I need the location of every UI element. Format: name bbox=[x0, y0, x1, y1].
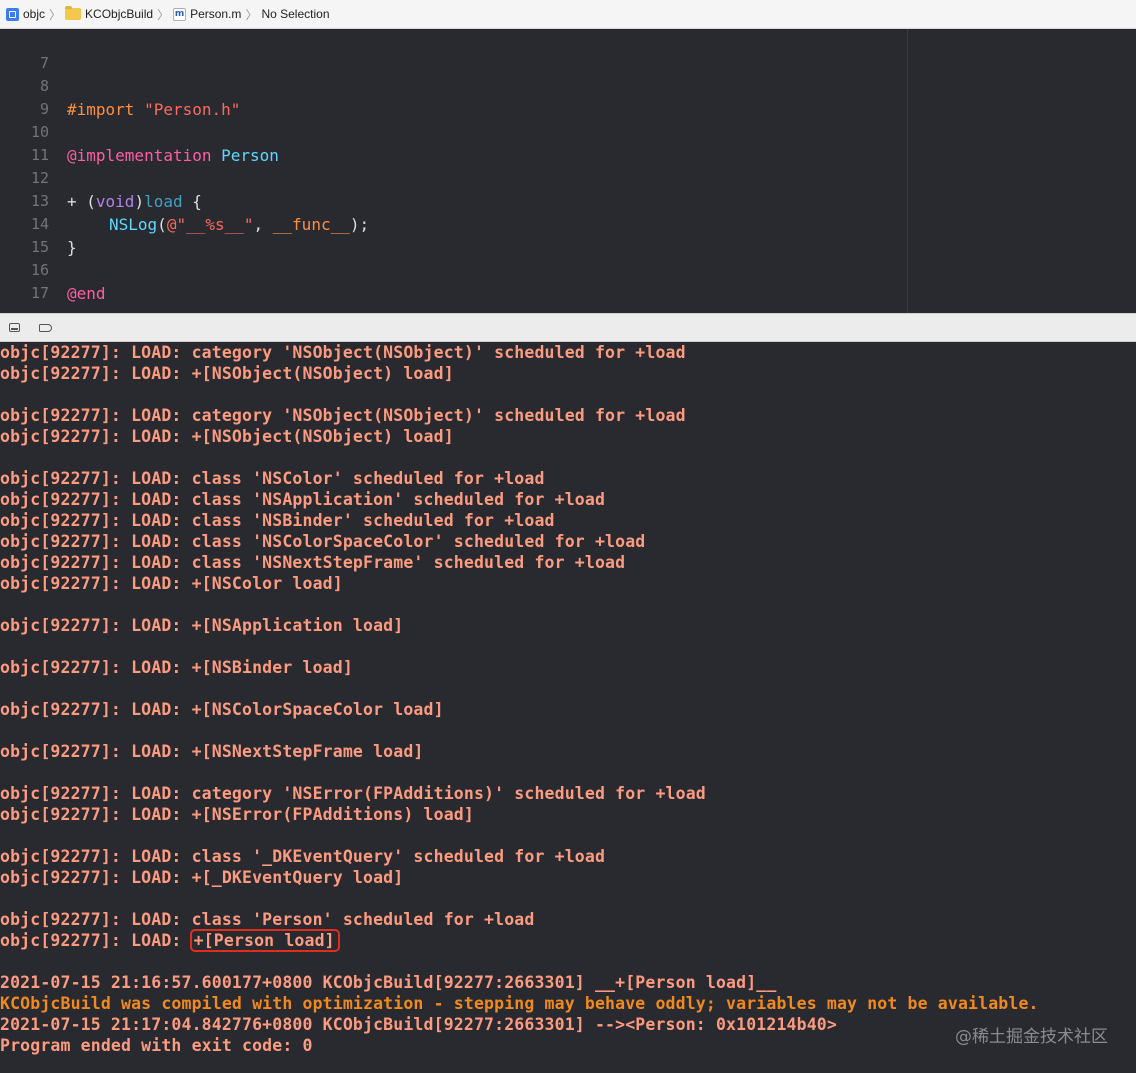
breadcrumb-label: KCObjcBuild bbox=[85, 7, 154, 21]
console-line: objc[92277]: LOAD: class '_DKEventQuery'… bbox=[0, 847, 606, 866]
console-line: objc[92277]: LOAD: +[NSBinder load] bbox=[0, 658, 353, 677]
code-line: 15 bbox=[0, 213, 49, 256]
breadcrumb-label: No Selection bbox=[261, 7, 330, 21]
code-text: + (void)load { bbox=[67, 190, 202, 213]
console-line: objc[92277]: LOAD: class 'NSColor' sched… bbox=[0, 469, 545, 488]
breadcrumb-label: objc bbox=[23, 7, 46, 21]
breadcrumb-file[interactable]: m Person.m bbox=[173, 7, 241, 21]
code-line: 17 bbox=[0, 259, 49, 302]
code-line: 14 } bbox=[0, 190, 77, 257]
format-string: @"__%s__" bbox=[166, 215, 254, 234]
code-text: @end bbox=[67, 282, 106, 305]
breadcrumb-label: Person.m bbox=[190, 7, 242, 21]
preprocessor-directive: #import bbox=[67, 100, 135, 119]
console-line: objc[92277]: LOAD: category 'NSObject(NS… bbox=[0, 406, 686, 425]
code-punct: , bbox=[253, 215, 273, 234]
keyword: void bbox=[95, 192, 135, 211]
console-line: objc[92277]: LOAD: category 'NSObject(NS… bbox=[0, 343, 686, 362]
chevron-right-icon: 〉 bbox=[157, 7, 170, 22]
code-punct: ); bbox=[349, 215, 370, 234]
breadcrumb-symbol[interactable]: No Selection bbox=[261, 7, 329, 21]
code-text: @implementation Person bbox=[67, 144, 279, 167]
function-call: NSLog bbox=[109, 215, 158, 234]
console-line: objc[92277]: LOAD: +[_DKEventQuery load] bbox=[0, 868, 404, 887]
console-line: objc[92277]: LOAD: +[NSApplication load] bbox=[0, 616, 404, 635]
console-line: objc[92277]: LOAD: category 'NSError(FPA… bbox=[0, 784, 706, 803]
project-icon bbox=[6, 7, 19, 21]
code-punct: ) bbox=[134, 192, 145, 211]
code-line: 12 + (void)load { bbox=[0, 144, 202, 211]
jump-bar: objc 〉 KCObjcBuild 〉 m Person.m 〉 No Sel… bbox=[0, 0, 1136, 29]
code-line: 13 NSLog(@"__%s__", __func__); bbox=[0, 167, 369, 234]
m-file-icon: m bbox=[173, 7, 187, 21]
code-editor[interactable]: 7 8 #import "Person.h" 9 10 @implementat… bbox=[0, 29, 1136, 313]
console-line: objc[92277]: LOAD: +[NSObject(NSObject) … bbox=[0, 364, 454, 383]
macro: __func__ bbox=[272, 215, 350, 234]
highlighted-person-load: +[Person load] bbox=[189, 929, 340, 952]
console-line: 2021-07-15 21:17:04.842776+0800 KCObjcBu… bbox=[0, 1015, 837, 1034]
console-line: objc[92277]: LOAD: class 'NSNextStepFram… bbox=[0, 553, 626, 572]
debug-bar bbox=[0, 313, 1136, 342]
console-line: objc[92277]: LOAD: class 'Person' schedu… bbox=[0, 910, 535, 929]
line-number: 17 bbox=[30, 284, 49, 302]
code-line: 9 bbox=[0, 75, 49, 118]
console-prefix: objc[92277]: LOAD: bbox=[0, 931, 192, 950]
code-line: 11 bbox=[0, 121, 49, 164]
console-line: objc[92277]: LOAD: +[NSError(FPAdditions… bbox=[0, 805, 474, 824]
code-line: 16 @end bbox=[0, 236, 106, 303]
code-text: } bbox=[67, 238, 77, 257]
code-line: 7 bbox=[0, 29, 49, 72]
watermark-text: @稀土掘金技术社区 bbox=[955, 1027, 1108, 1047]
keyword: @implementation bbox=[67, 146, 212, 165]
console-line: objc[92277]: LOAD: class 'NSBinder' sche… bbox=[0, 511, 555, 530]
console-exit-line: Program ended with exit code: 0 bbox=[0, 1036, 313, 1055]
code-punct: { bbox=[182, 192, 202, 211]
keyword: @end bbox=[67, 284, 106, 303]
breadcrumb-project[interactable]: objc bbox=[6, 7, 45, 21]
code-punct: + ( bbox=[67, 192, 96, 211]
minimap-divider bbox=[907, 29, 908, 313]
console-line: objc[92277]: LOAD: class 'NSApplication'… bbox=[0, 490, 606, 509]
code-punct: ( bbox=[157, 215, 167, 234]
console-line: objc[92277]: LOAD: class 'NSColorSpaceCo… bbox=[0, 532, 646, 551]
hide-debug-area-icon[interactable] bbox=[9, 323, 20, 332]
chevron-right-icon: 〉 bbox=[245, 7, 258, 22]
console-line: objc[92277]: LOAD: +[NSObject(NSObject) … bbox=[0, 427, 454, 446]
console-line: 2021-07-15 21:16:57.600177+0800 KCObjcBu… bbox=[0, 973, 777, 992]
console-output[interactable]: objc[92277]: LOAD: category 'NSObject(NS… bbox=[0, 342, 1136, 1073]
breadcrumb-folder[interactable]: KCObjcBuild bbox=[65, 6, 154, 21]
console-line: objc[92277]: LOAD: +[NSColor load] bbox=[0, 574, 343, 593]
code-line: 8 #import "Person.h" bbox=[0, 52, 240, 119]
console-line: objc[92277]: LOAD: +[NSNextStepFrame loa… bbox=[0, 742, 424, 761]
console-warning-line: KCObjcBuild was compiled with optimizati… bbox=[0, 994, 1039, 1013]
console-line-highlighted: objc[92277]: LOAD: +[Person load] bbox=[0, 929, 340, 952]
code-text: #import "Person.h" bbox=[67, 98, 240, 121]
method-name: load bbox=[144, 192, 183, 211]
code-text: NSLog(@"__%s__", __func__); bbox=[109, 213, 369, 236]
code-line: 10 @implementation Person bbox=[0, 98, 279, 165]
console-line: objc[92277]: LOAD: +[NSColorSpaceColor l… bbox=[0, 700, 444, 719]
class-name: Person bbox=[221, 146, 279, 165]
import-string: "Person.h" bbox=[144, 100, 241, 119]
folder-icon bbox=[65, 6, 82, 20]
breakpoint-toggle-icon[interactable] bbox=[39, 324, 52, 332]
chevron-right-icon: 〉 bbox=[49, 7, 62, 22]
